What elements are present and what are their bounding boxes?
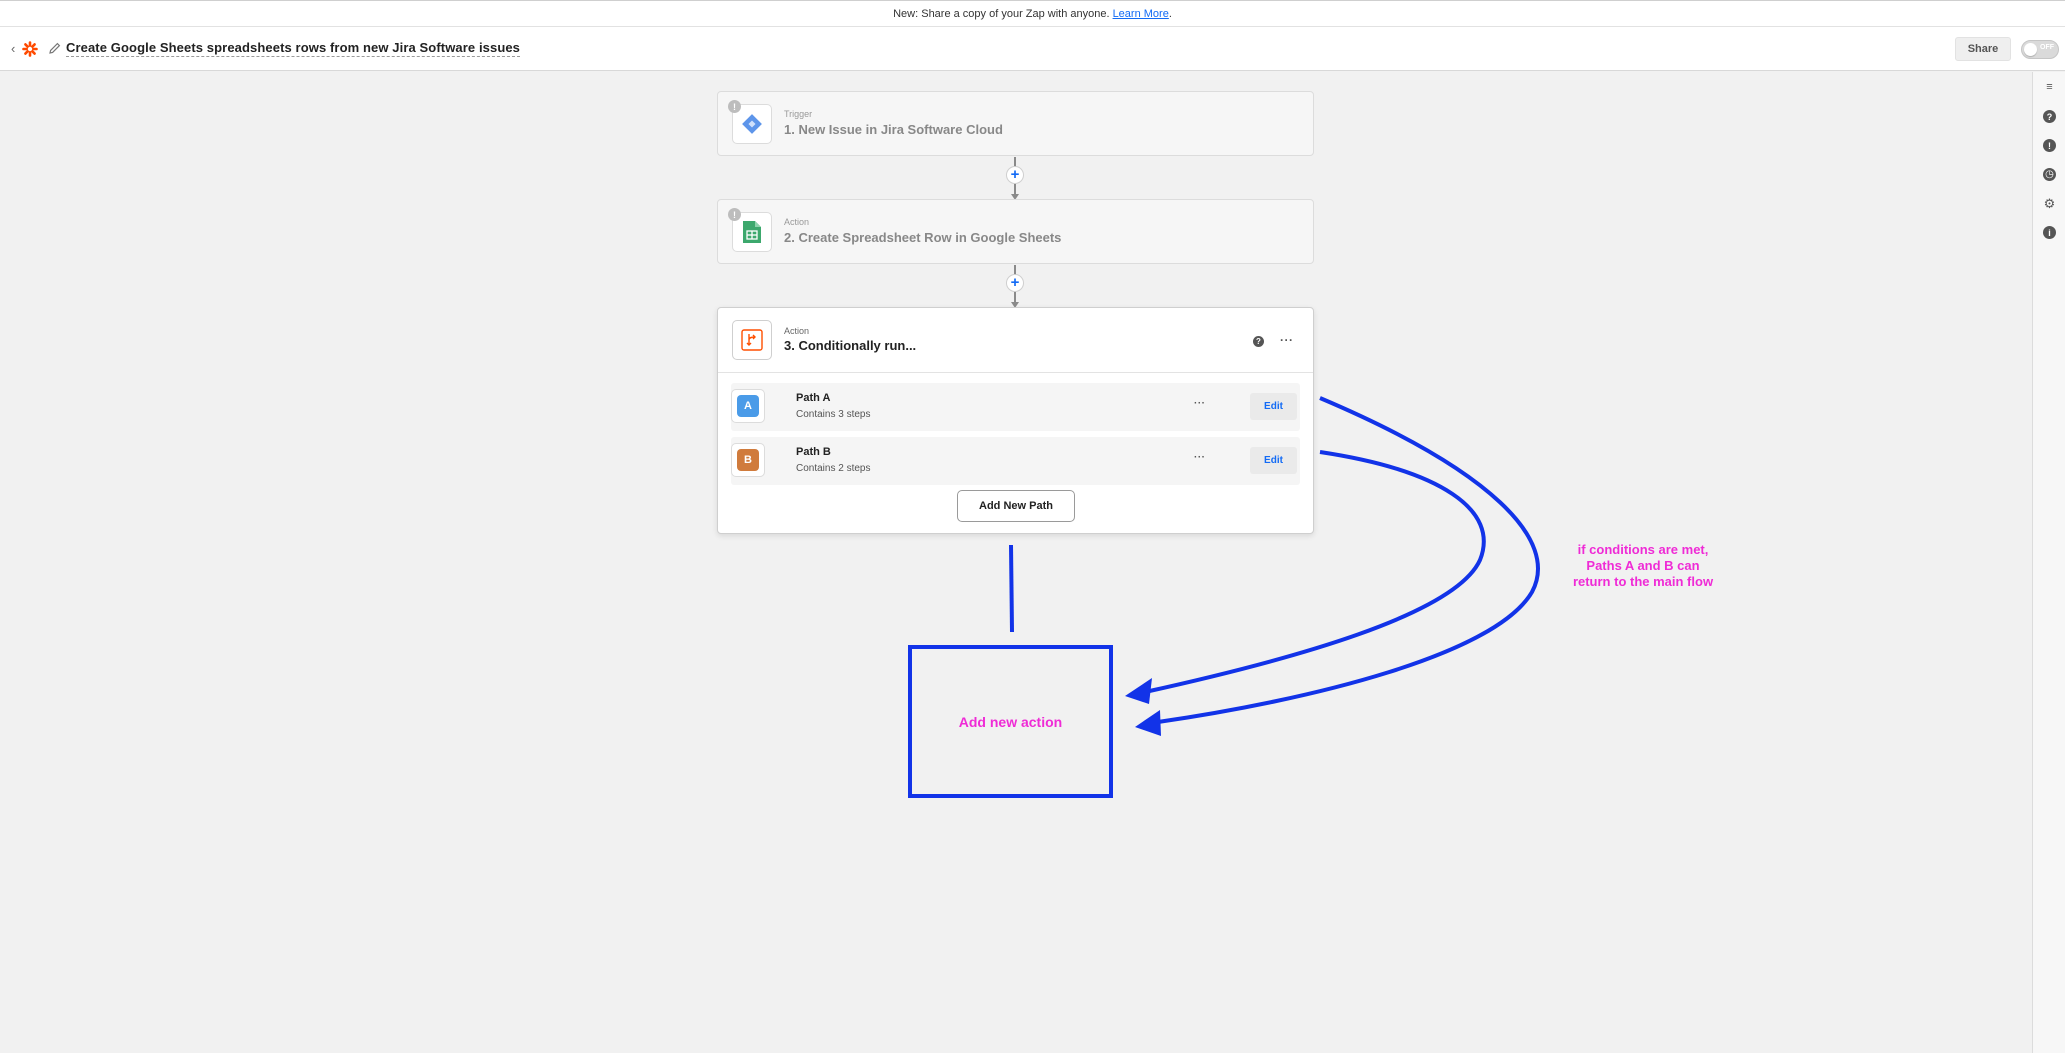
details-icon[interactable]: i [2043, 226, 2056, 239]
warning-icon: ! [728, 100, 741, 113]
path-letter-badge: B [737, 449, 759, 471]
add-step-button[interactable]: + [1006, 274, 1024, 292]
path-badge-frame: B [731, 443, 765, 477]
paths-step-card[interactable]: Action 3. Conditionally run... ? ··· A P… [717, 307, 1314, 534]
right-sidebar: ≡ ? ! ◷ ⚙ i [2032, 72, 2065, 1053]
annotation-note-line: if conditions are met, [1577, 542, 1709, 557]
step-kind: Trigger [784, 109, 813, 119]
help-icon[interactable]: ? [1253, 336, 1264, 347]
annotation-note-line: return to the main flow [1572, 574, 1714, 589]
annotation-box-label: Add new action [958, 713, 1063, 730]
share-button[interactable]: Share [1955, 37, 2011, 61]
add-new-path-button[interactable]: Add New Path [957, 490, 1075, 522]
path-row-b[interactable]: B Path B Contains 2 steps ··· Edit [731, 437, 1300, 485]
paths-icon [732, 320, 772, 360]
path-step-count: Contains 2 steps [796, 463, 871, 474]
notes-icon[interactable]: ≡ [2043, 80, 2056, 93]
zap-title[interactable]: Create Google Sheets spreadsheets rows f… [66, 40, 521, 57]
pencil-icon[interactable] [49, 42, 61, 54]
step-kind: Action [784, 217, 810, 227]
learn-more-link[interactable]: Learn More [1113, 8, 1169, 20]
edit-path-button[interactable]: Edit [1250, 447, 1297, 474]
edit-path-button[interactable]: Edit [1250, 393, 1297, 420]
path-letter-badge: A [737, 395, 759, 417]
help-icon[interactable]: ? [2043, 110, 2056, 123]
add-step-button[interactable]: + [1006, 166, 1024, 184]
announcement-period: . [1168, 7, 1172, 20]
more-options-icon[interactable]: ··· [1194, 398, 1206, 409]
path-name: Path A [796, 392, 831, 404]
step-title: 2. Create Spreadsheet Row in Google Shee… [784, 230, 1062, 245]
zapier-logo-icon[interactable] [22, 41, 38, 57]
editor-header: ‹ Create Google Sheets spreadsheets rows… [0, 27, 2065, 71]
annotation-line [1009, 544, 1014, 633]
chevron-left-icon[interactable]: ‹ [11, 41, 15, 56]
arrowhead-icon [1125, 678, 1152, 704]
add-new-action-box: Add new action [908, 645, 1113, 798]
info-icon[interactable]: ! [2043, 139, 2056, 152]
arrowhead-icon [1135, 710, 1161, 736]
toggle-label: OFF [2040, 44, 2054, 51]
connector-line [1014, 184, 1016, 194]
step-card-trigger[interactable]: ! Trigger 1. New Issue in Jira Software … [717, 91, 1314, 156]
warning-icon: ! [728, 208, 741, 221]
path-name: Path B [796, 446, 831, 458]
path-row-a[interactable]: A Path A Contains 3 steps ··· Edit [731, 383, 1300, 431]
path-badge-frame: A [731, 389, 765, 423]
divider [718, 372, 1313, 373]
settings-icon[interactable]: ⚙ [2043, 196, 2056, 211]
step-title: 3. Conditionally run... [784, 338, 917, 353]
annotation-note-line: Paths A and B can [1586, 558, 1700, 573]
path-step-count: Contains 3 steps [796, 409, 871, 420]
step-card-action[interactable]: ! Action 2. Create Spreadsheet Row in Go… [717, 199, 1314, 264]
annotation-note: if conditions are met, Paths A and B can… [1543, 542, 1743, 590]
step-title: 1. New Issue in Jira Software Cloud [784, 122, 1003, 137]
toggle-knob [2024, 43, 2037, 56]
more-options-icon[interactable]: ··· [1280, 333, 1294, 347]
announcement-text: New: Share a copy of your Zap with anyon… [893, 7, 1110, 20]
zap-on-off-toggle[interactable]: OFF [2021, 40, 2059, 59]
connector-line [1014, 292, 1016, 302]
step-kind: Action [784, 326, 810, 336]
announcement-bar: New: Share a copy of your Zap with anyon… [0, 0, 2065, 27]
history-icon[interactable]: ◷ [2043, 168, 2056, 181]
more-options-icon[interactable]: ··· [1194, 452, 1206, 463]
